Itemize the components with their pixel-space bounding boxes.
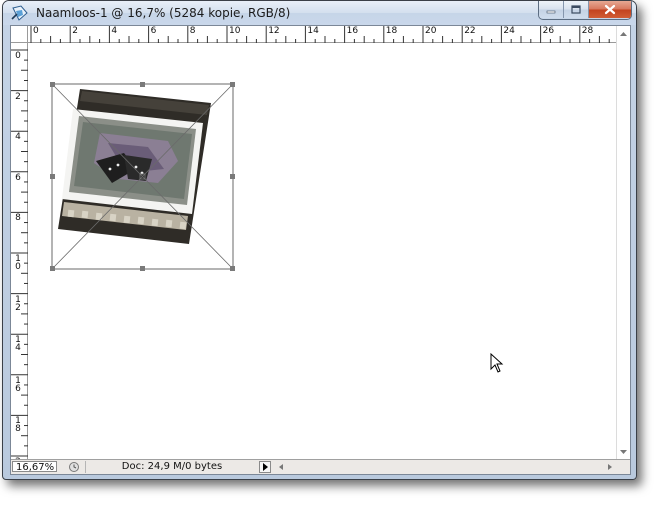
horizontal-ruler-label: 8 — [189, 26, 196, 36]
status-menu-button[interactable] — [259, 461, 271, 473]
horizontal-ruler-label: 6 — [150, 26, 157, 36]
scroll-left-icon — [279, 464, 283, 470]
window-title: Naamloos-1 @ 16,7% (5284 kopie, RGB/8) — [36, 6, 291, 20]
document-canvas[interactable] — [28, 43, 617, 460]
horizontal-ruler[interactable]: 0 2 4 6 8 10 12 14 16 18 20 22 24 26 28 — [28, 26, 617, 43]
film-frame-image[interactable] — [58, 89, 211, 244]
horizontal-ruler-label: 2 — [72, 26, 78, 36]
ruler-origin[interactable] — [11, 26, 28, 43]
horizontal-ruler-label: 16 — [346, 26, 359, 36]
mouse-cursor-icon — [490, 352, 504, 373]
vertical-ruler-label: 10 — [15, 254, 21, 272]
triangle-right-icon — [263, 463, 268, 471]
horizontal-ruler-label: 10 — [229, 26, 241, 36]
photoshop-document-icon — [11, 5, 28, 21]
horizontal-ruler-label: 14 — [307, 26, 319, 36]
scroll-right-icon — [608, 464, 612, 470]
vertical-ruler-label: 4 — [15, 132, 21, 143]
vertical-ruler-label: 2 — [15, 91, 21, 102]
scroll-down-icon — [620, 450, 627, 454]
vertical-ruler-label: 6 — [15, 172, 21, 183]
minimize-button[interactable] — [539, 1, 563, 18]
horizontal-ruler-label: 12 — [268, 26, 280, 36]
scroll-up-icon — [620, 32, 627, 36]
status-bar: 16,67% Doc: 24,9 M/0 bytes — [11, 459, 630, 474]
horizontal-ruler-label: 18 — [385, 26, 398, 36]
horizontal-ruler-label: 26 — [542, 26, 555, 36]
horizontal-ruler-label: 0 — [33, 26, 39, 36]
vertical-ruler-label: 8 — [15, 213, 21, 224]
minimize-icon — [546, 10, 556, 13]
horizontal-scrollbar[interactable] — [275, 461, 616, 473]
maximize-icon — [571, 5, 581, 14]
horizontal-ruler-label: 22 — [464, 26, 476, 36]
vertical-ruler-label: 18 — [15, 416, 21, 435]
zoom-field[interactable]: 16,67% — [12, 461, 57, 473]
document-size-info: Doc: 24,9 M/0 bytes — [85, 461, 258, 473]
horizontal-ruler-label: 20 — [425, 26, 437, 36]
vertical-ruler-ticks — [11, 49, 28, 457]
status-info-icon[interactable] — [67, 461, 81, 473]
document-window[interactable]: Naamloos-1 @ 16,7% (5284 kopie, RGB/8) 0… — [2, 0, 637, 480]
maximize-button[interactable] — [563, 1, 588, 18]
horizontal-ruler-label: 24 — [503, 26, 515, 36]
horizontal-ruler-label: 28 — [581, 26, 594, 36]
horizontal-ruler-label: 4 — [111, 26, 118, 36]
canvas-artwork — [50, 82, 504, 373]
vertical-ruler[interactable]: 02468101214161820 — [11, 43, 28, 474]
vertical-ruler-label: 14 — [15, 335, 21, 354]
window-controls — [538, 1, 632, 20]
close-button[interactable] — [588, 1, 631, 18]
vertical-scrollbar-arrows — [620, 32, 627, 454]
vertical-ruler-label: 0 — [15, 51, 21, 61]
document-client-area: 0 2 4 6 8 10 12 14 16 18 20 22 24 26 28 02468101214161… — [10, 25, 631, 475]
vertical-scrollbar[interactable] — [616, 26, 630, 460]
title-bar[interactable]: Naamloos-1 @ 16,7% (5284 kopie, RGB/8) — [3, 1, 636, 25]
close-icon — [604, 4, 616, 15]
vertical-ruler-label: 12 — [15, 294, 21, 313]
vertical-ruler-label: 16 — [15, 375, 21, 394]
horizontal-scrollbar-arrows — [279, 464, 612, 470]
